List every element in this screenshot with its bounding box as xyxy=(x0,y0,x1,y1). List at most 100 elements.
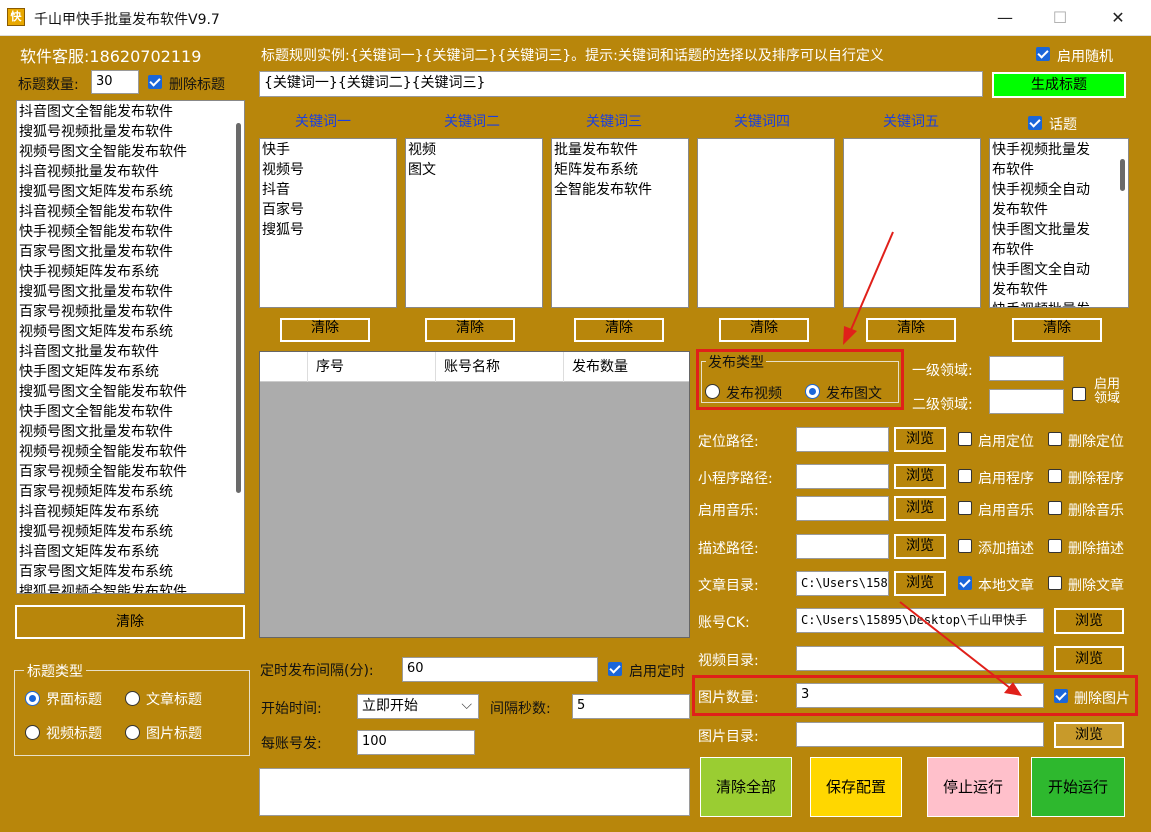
topic-item[interactable]: 快手图文批量发 xyxy=(992,220,1126,240)
start-time-select[interactable]: 立即开始 ⌵ xyxy=(357,694,479,719)
topic-item[interactable]: 快手图文全自动 xyxy=(992,260,1126,280)
topic-item[interactable]: 快手视频全自动 xyxy=(992,180,1126,200)
keyword2-list[interactable]: 视频 图文 xyxy=(405,138,543,308)
delete-description-checkbox[interactable] xyxy=(1048,539,1062,553)
title-list-item[interactable]: 抖音视频全智能发布软件 xyxy=(19,202,242,222)
level1-domain-input[interactable] xyxy=(989,356,1064,381)
enable-domain-checkbox[interactable] xyxy=(1072,387,1086,401)
interval-seconds-input[interactable]: 5 xyxy=(572,694,690,719)
stop-button[interactable]: 停止运行 xyxy=(927,757,1019,817)
title-list-item[interactable]: 百家号图文矩阵发布系统 xyxy=(19,562,242,582)
enable-music-checkbox[interactable] xyxy=(958,501,972,515)
topic-list[interactable]: 快手视频批量发 布软件 快手视频全自动 发布软件 快手图文批量发 布软件 快手图文全自动 发布… xyxy=(989,138,1129,308)
title-list-item[interactable]: 快手视频矩阵发布系统 xyxy=(19,262,242,282)
clear-titles-button[interactable]: 清除 xyxy=(15,605,245,639)
keyword4-list[interactable] xyxy=(697,138,835,308)
account-ck-input[interactable]: C:\Users\15895\Desktop\千山甲快手 xyxy=(796,608,1044,633)
clear-topic-button[interactable]: 清除 xyxy=(1012,318,1102,342)
enable-random-checkbox[interactable] xyxy=(1036,47,1050,61)
title-list[interactable]: 抖音图文全智能发布软件 搜狐号视频批量发布软件 视频号图文全智能发布软件 抖音视频批量… xyxy=(16,100,245,594)
keyword1-item[interactable]: 搜狐号 xyxy=(262,220,394,240)
clear-keyword5-button[interactable]: 清除 xyxy=(866,318,956,342)
topic-list-scrollbar[interactable] xyxy=(1120,141,1126,305)
save-config-button[interactable]: 保存配置 xyxy=(810,757,902,817)
keyword1-list[interactable]: 快手 视频号 抖音 百家号 搜狐号 xyxy=(259,138,397,308)
radio-video-title[interactable] xyxy=(25,725,40,740)
title-list-item[interactable]: 搜狐号视频全智能发布软件 xyxy=(19,582,242,593)
browse-location-button[interactable]: 浏览 xyxy=(894,427,946,452)
keyword1-item[interactable]: 视频号 xyxy=(262,160,394,180)
image-dir-input[interactable] xyxy=(796,722,1044,747)
delete-location-checkbox[interactable] xyxy=(1048,432,1062,446)
browse-music-button[interactable]: 浏览 xyxy=(894,496,946,521)
title-list-item[interactable]: 百家号视频矩阵发布系统 xyxy=(19,482,242,502)
per-account-input[interactable]: 100 xyxy=(357,730,475,755)
title-list-item[interactable]: 快手视频全智能发布软件 xyxy=(19,222,242,242)
topic-item[interactable]: 快手视频批量发 xyxy=(992,300,1126,307)
topic-item[interactable]: 发布软件 xyxy=(992,280,1126,300)
minimize-button[interactable]: — xyxy=(982,6,1028,30)
log-textbox[interactable] xyxy=(259,768,690,816)
title-list-item[interactable]: 搜狐号视频批量发布软件 xyxy=(19,122,242,142)
clear-keyword2-button[interactable]: 清除 xyxy=(425,318,515,342)
title-list-item[interactable]: 百家号视频批量发布软件 xyxy=(19,302,242,322)
topic-checkbox[interactable] xyxy=(1028,116,1042,130)
account-grid[interactable]: 序号 账号名称 发布数量 xyxy=(259,351,690,638)
title-list-item[interactable]: 搜狐号图文矩阵发布系统 xyxy=(19,182,242,202)
clear-keyword1-button[interactable]: 清除 xyxy=(280,318,370,342)
browse-image-button[interactable]: 浏览 xyxy=(1054,722,1124,748)
radio-ui-title[interactable] xyxy=(25,691,40,706)
video-dir-input[interactable] xyxy=(796,646,1044,671)
keyword1-item[interactable]: 快手 xyxy=(262,140,394,160)
music-path-input[interactable] xyxy=(796,496,889,521)
title-list-item[interactable]: 视频号图文批量发布软件 xyxy=(19,422,242,442)
browse-miniapp-button[interactable]: 浏览 xyxy=(894,464,946,489)
delete-program-checkbox[interactable] xyxy=(1048,469,1062,483)
delete-music-checkbox[interactable] xyxy=(1048,501,1062,515)
title-list-item[interactable]: 百家号视频全智能发布软件 xyxy=(19,462,242,482)
close-button[interactable]: ✕ xyxy=(1095,6,1141,30)
title-list-item[interactable]: 抖音视频矩阵发布系统 xyxy=(19,502,242,522)
title-template-input[interactable]: {关键词一}{关键词二}{关键词三} xyxy=(259,71,983,97)
clear-keyword4-button[interactable]: 清除 xyxy=(719,318,809,342)
description-path-input[interactable] xyxy=(796,534,889,559)
title-list-item[interactable]: 抖音图文矩阵发布系统 xyxy=(19,542,242,562)
keyword3-item[interactable]: 全智能发布软件 xyxy=(554,180,686,200)
level2-domain-input[interactable] xyxy=(989,389,1064,414)
keyword2-item[interactable]: 图文 xyxy=(408,160,540,180)
radio-image-title[interactable] xyxy=(125,725,140,740)
keyword3-item[interactable]: 批量发布软件 xyxy=(554,140,686,160)
start-button[interactable]: 开始运行 xyxy=(1031,757,1125,817)
title-list-item[interactable]: 视频号图文矩阵发布系统 xyxy=(19,322,242,342)
keyword2-item[interactable]: 视频 xyxy=(408,140,540,160)
delete-title-checkbox[interactable] xyxy=(148,75,162,89)
title-list-item[interactable]: 搜狐号视频矩阵发布系统 xyxy=(19,522,242,542)
keyword3-list[interactable]: 批量发布软件 矩阵发布系统 全智能发布软件 xyxy=(551,138,689,308)
interval-input[interactable]: 60 xyxy=(402,657,598,682)
radio-article-title[interactable] xyxy=(125,691,140,706)
keyword1-item[interactable]: 百家号 xyxy=(262,200,394,220)
title-list-item[interactable]: 快手图文矩阵发布系统 xyxy=(19,362,242,382)
title-list-item[interactable]: 搜狐号图文全智能发布软件 xyxy=(19,382,242,402)
title-list-item[interactable]: 搜狐号图文批量发布软件 xyxy=(19,282,242,302)
topic-item[interactable]: 布软件 xyxy=(992,160,1126,180)
title-count-input[interactable]: 30 xyxy=(91,70,139,94)
clear-keyword3-button[interactable]: 清除 xyxy=(574,318,664,342)
keyword1-item[interactable]: 抖音 xyxy=(262,180,394,200)
clear-all-button[interactable]: 清除全部 xyxy=(700,757,792,817)
delete-article-checkbox[interactable] xyxy=(1048,576,1062,590)
browse-article-button[interactable]: 浏览 xyxy=(894,571,946,596)
title-list-item[interactable]: 百家号图文批量发布软件 xyxy=(19,242,242,262)
title-list-item[interactable]: 快手图文全智能发布软件 xyxy=(19,402,242,422)
generate-title-button[interactable]: 生成标题 xyxy=(992,72,1126,98)
maximize-button[interactable]: ☐ xyxy=(1037,6,1083,30)
enable-timer-checkbox[interactable] xyxy=(608,662,622,676)
local-article-checkbox[interactable] xyxy=(958,576,972,590)
title-list-item[interactable]: 视频号视频全智能发布软件 xyxy=(19,442,242,462)
browse-video-button[interactable]: 浏览 xyxy=(1054,646,1124,672)
title-list-item[interactable]: 抖音图文全智能发布软件 xyxy=(19,102,242,122)
browse-account-button[interactable]: 浏览 xyxy=(1054,608,1124,634)
browse-description-button[interactable]: 浏览 xyxy=(894,534,946,559)
keyword3-item[interactable]: 矩阵发布系统 xyxy=(554,160,686,180)
article-dir-input[interactable]: C:\Users\15895 xyxy=(796,571,889,596)
